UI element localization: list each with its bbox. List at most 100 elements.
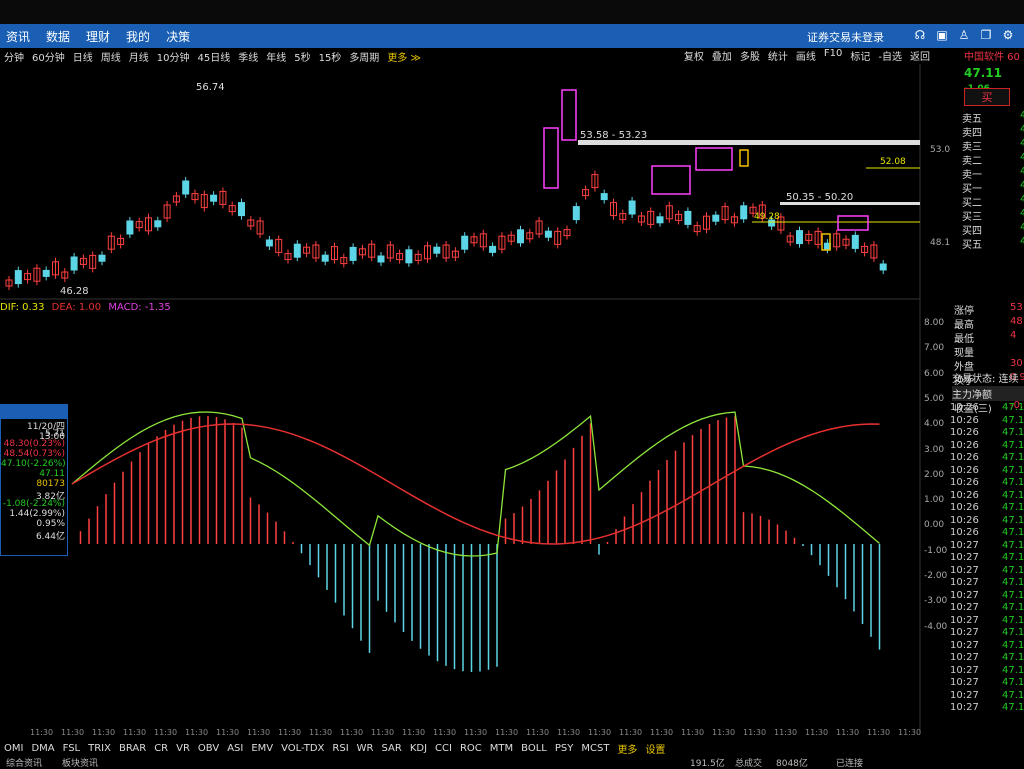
indicator-tab[interactable]: CCI xyxy=(435,743,452,754)
tool-draw[interactable]: 画线 xyxy=(796,48,816,63)
indicator-tab[interactable]: OMI xyxy=(4,743,23,754)
tick-row: 10:27 47.11 xyxy=(950,652,1024,664)
indicator-tab[interactable]: EMV xyxy=(251,743,273,754)
status-conn: 已连接 xyxy=(836,759,864,769)
tf-5sec[interactable]: 5秒 xyxy=(294,49,310,64)
status-news[interactable]: 综合资讯 xyxy=(6,756,42,769)
time-label: 11:30 xyxy=(712,728,736,737)
time-label: 11:30 xyxy=(495,728,519,737)
tf-year[interactable]: 年线 xyxy=(266,49,286,64)
tick-time: 10:26 xyxy=(950,427,979,438)
settings-icon[interactable]: ⚙ xyxy=(1000,28,1016,42)
time-label: 11:30 xyxy=(371,728,395,737)
tf-monthly[interactable]: 月线 xyxy=(129,49,149,64)
tf-multi[interactable]: 多周期 xyxy=(349,49,379,64)
stat-row: 现量 xyxy=(954,344,992,359)
time-label: 11:30 xyxy=(433,728,457,737)
indicator-tab[interactable]: PSY xyxy=(555,743,574,754)
tf-15sec[interactable]: 15秒 xyxy=(319,49,342,64)
indicator-tab[interactable]: SAR xyxy=(382,743,402,754)
indicator-tab[interactable]: ROC xyxy=(460,743,482,754)
tool-overlay[interactable]: 叠加 xyxy=(712,48,732,63)
time-label: 11:30 xyxy=(154,728,178,737)
time-label: 11:30 xyxy=(526,728,550,737)
tick-row: 10:26 47.16 xyxy=(950,465,1024,477)
popup-row: 48.54(0.73%) xyxy=(3,449,65,459)
tick-price: 47.16 xyxy=(1002,527,1024,538)
tf-more[interactable]: 更多 ≫ xyxy=(387,49,421,64)
tf-minute[interactable]: 分钟 xyxy=(4,49,24,64)
macd-axis-label: -2.00 xyxy=(924,571,948,581)
tf-weekly[interactable]: 周线 xyxy=(101,49,121,64)
resist1-label: 53.58 - 53.23 xyxy=(580,130,647,141)
shirt-icon[interactable]: ♙ xyxy=(956,28,972,42)
candle-body xyxy=(377,255,385,263)
tick-row: 10:26 47.16 xyxy=(950,502,1024,514)
candle-body xyxy=(517,229,524,244)
menu-item-mine[interactable]: 我的 xyxy=(126,28,150,45)
status-sector[interactable]: 板块资讯 xyxy=(62,756,98,769)
candle-body xyxy=(684,210,692,225)
indicator-tab[interactable]: TRIX xyxy=(88,743,111,754)
tool-f10[interactable]: F10 xyxy=(824,48,842,63)
popup-date: 11/20/四 13:00 xyxy=(27,422,65,442)
buy-button[interactable]: 买 xyxy=(964,88,1010,106)
orderbook-price: 4 xyxy=(1020,194,1024,205)
main-flow-tab[interactable]: 主力净额 xyxy=(952,386,1024,401)
indicator-tab[interactable]: CR xyxy=(154,743,168,754)
tf-daily[interactable]: 日线 xyxy=(73,49,93,64)
macd-axis-label: 2.00 xyxy=(924,469,945,480)
tick-price: 47.11 xyxy=(1002,689,1024,701)
level2-label: 49.28 xyxy=(754,212,780,222)
stat-value: 53 xyxy=(1010,302,1023,313)
indicator-tab[interactable]: WR xyxy=(357,743,374,754)
menu-item-news[interactable]: 资讯 xyxy=(6,28,30,45)
tick-price: 47.16 xyxy=(1002,489,1024,501)
tool-watchlist[interactable]: -自选 xyxy=(878,48,902,63)
orderbook-price: 47 xyxy=(1020,208,1024,219)
tf-quarter[interactable]: 季线 xyxy=(238,49,258,64)
tool-mark[interactable]: 标记 xyxy=(850,48,870,63)
indicator-tab[interactable]: ASI xyxy=(227,743,243,754)
headset-icon[interactable]: ☊ xyxy=(912,28,928,42)
indicator-tab[interactable]: RSI xyxy=(332,743,348,754)
indicator-tab[interactable]: VOL-TDX xyxy=(281,743,324,754)
indicator-tab[interactable]: KDJ xyxy=(410,743,427,754)
copy-icon[interactable]: ❐ xyxy=(978,28,994,42)
orderbook-price: 4 xyxy=(1020,180,1024,191)
tool-multi[interactable]: 多股 xyxy=(740,48,760,63)
window-icon[interactable]: ▣ xyxy=(934,28,950,42)
indicator-tab[interactable]: DMA xyxy=(31,743,54,754)
indicator-tab[interactable]: FSL xyxy=(63,743,81,754)
orderbook-row: 卖一 4 xyxy=(962,166,1024,181)
indicator-tab[interactable]: VR xyxy=(176,743,190,754)
indicator-tab[interactable]: OBV xyxy=(198,743,219,754)
macd-axis-label: -1.00 xyxy=(924,545,948,556)
candle-body xyxy=(879,263,887,271)
menu-item-decision[interactable]: 决策 xyxy=(166,28,190,45)
menu-item-data[interactable]: 数据 xyxy=(46,28,70,45)
login-status[interactable]: 证券交易未登录 xyxy=(807,29,884,45)
low-label: 46.28 xyxy=(60,286,89,297)
orderbook-row: 卖三 4 xyxy=(962,138,1024,153)
tick-row: 10:27 47.12 xyxy=(950,627,1024,639)
tool-stats[interactable]: 统计 xyxy=(768,48,788,63)
tf-60min[interactable]: 60分钟 xyxy=(32,49,65,64)
menu-item-finance[interactable]: 理财 xyxy=(86,28,110,45)
tick-row: 10:26 47.16 xyxy=(950,490,1024,502)
tf-45day[interactable]: 45日线 xyxy=(197,49,230,64)
indicator-tab[interactable]: MCST xyxy=(581,743,609,754)
candle-body xyxy=(154,220,162,228)
indicator-tab[interactable]: MTM xyxy=(490,743,513,754)
chart-area[interactable]: 56.74 46.28 53.58 - 53.23 50.35 - 50.20 … xyxy=(0,64,950,734)
indicator-tab[interactable]: BRAR xyxy=(119,743,146,754)
indicator-tab[interactable]: BOLL xyxy=(521,743,547,754)
indicator-tab[interactable]: 更多 xyxy=(617,741,637,756)
indicator-tab[interactable]: 设置 xyxy=(645,741,665,756)
tick-time: 10:26 xyxy=(950,502,979,513)
tool-adjust[interactable]: 复权 xyxy=(684,48,704,63)
tool-back[interactable]: 返回 xyxy=(910,48,930,63)
tick-time: 10:26 xyxy=(950,514,979,526)
tf-10min[interactable]: 10分钟 xyxy=(157,49,190,64)
tick-price: 47.16 xyxy=(1002,502,1024,513)
